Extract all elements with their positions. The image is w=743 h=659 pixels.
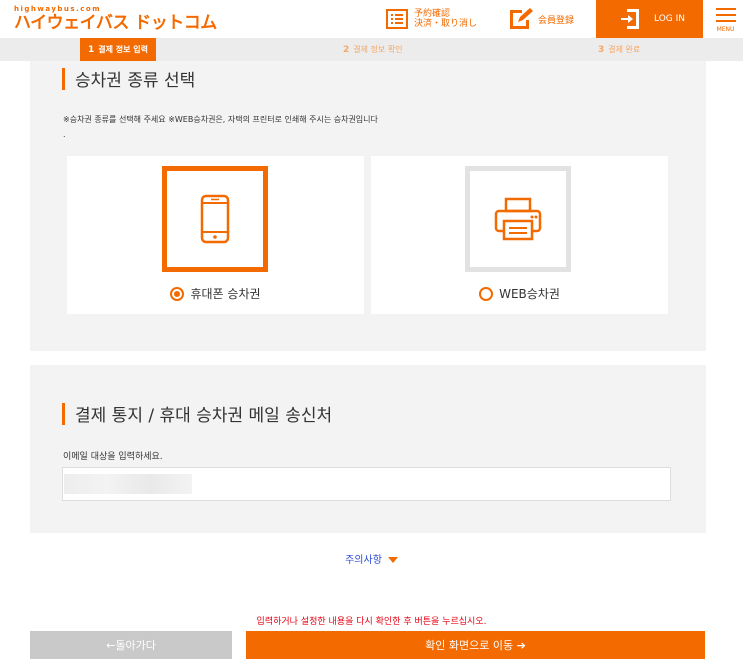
caret-down-icon [387, 557, 398, 563]
email-value-redacted [64, 474, 192, 494]
web-ticket-label: WEB승차권 [499, 287, 560, 301]
list-icon [386, 9, 408, 29]
ticket-type-note: ※승차권 종류를 선택해 주세요 ※WEB승차권은, 자택의 프린터로 인쇄해 … [63, 115, 378, 124]
email-field-label: 이메일 대상을 입력하세요. [63, 452, 163, 462]
login-label: LOG IN [654, 14, 685, 24]
menu-button[interactable]: MENU [708, 0, 743, 38]
reserve-label-2: 決済・取り消し [414, 19, 478, 29]
menu-bar [715, 7, 736, 10]
web-ticket-option[interactable]: WEB승차권 [371, 156, 668, 314]
heading-accent-bar [62, 67, 65, 90]
step-1: 1 결제 정보 입력 [80, 38, 156, 66]
site-logo[interactable]: highwaybus.com ハイウェイバス ドットコム [14, 5, 217, 33]
menu-label: MENU [716, 25, 735, 33]
printer-icon [494, 197, 542, 241]
login-button[interactable]: LOG IN [596, 0, 703, 38]
menu-bar [715, 13, 736, 16]
mobile-ticket-label: 휴대폰 승차권 [190, 287, 261, 301]
email-title: 결제 통지 / 휴대 승차권 메일 송신처 [75, 406, 333, 426]
step-number: 3 [598, 44, 605, 55]
caution-label: 주의사항 [345, 555, 382, 566]
reserve-label-1: 予約確認 [414, 9, 451, 19]
member-register-link[interactable]: 会員登録 [508, 0, 574, 38]
step-label: 결제 정보 확인 [353, 45, 403, 54]
edit-icon [510, 8, 533, 29]
smartphone-icon [200, 194, 230, 244]
web-ticket-radio[interactable] [479, 286, 494, 301]
heading-accent-bar [62, 402, 65, 425]
progress-steps: 1 결제 정보 입력 2 결제 정보 확인 3 결제 완료 [0, 38, 743, 66]
ticket-type-title: 승차권 종류 선택 [75, 71, 196, 91]
step-number: 1 [88, 44, 95, 55]
logo-domain: highwaybus.com [14, 5, 101, 13]
mobile-ticket-radio[interactable] [170, 286, 185, 301]
site-header: highwaybus.com ハイウェイバス ドットコム 予約確認 決済・取り消… [0, 0, 743, 38]
menu-bar [715, 19, 736, 22]
member-register-label: 会員登録 [538, 15, 575, 26]
mobile-ticket-option[interactable]: 휴대폰 승차권 [67, 156, 364, 314]
caution-toggle[interactable]: 주의사항 [0, 551, 743, 566]
logo-name: ハイウェイバス ドットコム [14, 13, 217, 33]
web-ticket-radio-row[interactable]: WEB승차권 [371, 285, 668, 302]
login-icon [621, 9, 639, 29]
web-ticket-icon-box[interactable] [465, 166, 571, 272]
step-label: 결제 정보 입력 [98, 45, 148, 54]
ticket-type-heading: 승차권 종류 선택 [62, 66, 195, 91]
step-number: 2 [343, 44, 350, 55]
mobile-ticket-icon-box[interactable] [162, 166, 268, 272]
mobile-ticket-radio-row[interactable]: 휴대폰 승차권 [67, 285, 364, 302]
step-2: 2 결제 정보 확인 [343, 38, 403, 61]
reservation-check-link[interactable]: 予約確認 決済・取り消し [386, 0, 477, 38]
step-3: 3 결제 완료 [598, 38, 640, 61]
confirm-message: 입력하거나 설정한 내용을 다시 확인한 후 버튼을 누르십시오. [256, 617, 487, 627]
email-heading: 결제 통지 / 휴대 승차권 메일 송신처 [62, 401, 332, 426]
ticket-type-note-tail: . [63, 130, 66, 139]
back-button[interactable]: ←돌아가다 [30, 631, 232, 659]
step-label: 결제 완료 [608, 45, 641, 54]
go-to-confirm-button[interactable]: 확인 화면으로 이동 ➔ [246, 631, 705, 659]
